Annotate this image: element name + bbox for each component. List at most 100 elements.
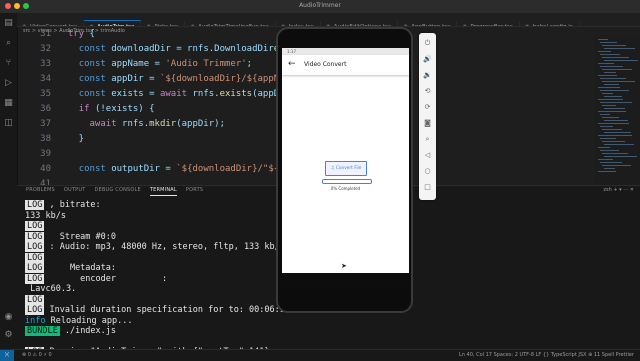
overview-icon[interactable]: □ (423, 183, 432, 192)
code-text: const appName = 'Audio Trimmer'; (78, 59, 253, 69)
account-icon[interactable]: ◉ (4, 313, 13, 322)
remote-indicator-icon[interactable]: ⟩⟨ (0, 350, 14, 361)
camera-icon[interactable]: ◙ (423, 119, 432, 128)
app-title: Video Convert (304, 61, 347, 68)
minimap-line (604, 168, 615, 169)
minimap[interactable] (595, 35, 640, 185)
line-number: 39 (40, 149, 51, 159)
back-icon[interactable]: ◁ (423, 151, 432, 160)
minimap-line (604, 84, 619, 85)
terminal-text: Reloading app... (45, 315, 133, 326)
minimap-line (602, 81, 635, 82)
minimap-line (598, 171, 616, 172)
device-status-bar: 1:17 (282, 48, 409, 55)
minimap-line (604, 48, 635, 49)
mouse-cursor-icon: ➤ (341, 262, 347, 270)
minimap-line (598, 111, 626, 112)
rotate-left-icon[interactable]: ⟲ (423, 87, 432, 96)
terminal-shell-label[interactable]: zsh + ▾ ⋯ ✕ (603, 186, 634, 195)
minimap-line (602, 93, 613, 94)
minimap-line (602, 129, 622, 130)
line-number: 36 (40, 104, 51, 114)
minimap-line (600, 126, 613, 127)
minimap-line (598, 87, 620, 88)
progress-text: 0% Completed (330, 186, 361, 191)
minimap-line (600, 66, 623, 67)
device-nav-bar (282, 273, 409, 281)
minimap-line (604, 72, 616, 73)
minimap-line (602, 165, 631, 166)
minimap-line (602, 45, 626, 46)
minimap-line (602, 69, 632, 70)
log-badge: LOG (25, 252, 45, 263)
tab-babel-config-js[interactable]: ⚛ babel.config.js (520, 21, 580, 27)
panel-tab-ports[interactable]: PORTS (186, 186, 203, 195)
minimap-line (600, 102, 632, 103)
explorer-icon[interactable]: ▤ (4, 19, 13, 28)
source-control-icon[interactable]: ⑂ (4, 59, 13, 68)
code-text: const appDir = `${downloadDir}/${appName… (78, 74, 312, 84)
code-text: const exists = await rnfs.exists(appDir)… (78, 89, 301, 99)
remote-icon[interactable]: ◫ (4, 119, 13, 128)
terminal-text: Stream #0:0 (44, 231, 117, 242)
minimap-line (598, 51, 611, 52)
minimap-line (598, 63, 614, 64)
log-badge: LOG (25, 221, 45, 231)
window-title: AudioTrimmer (299, 2, 341, 9)
terminal-line: BUNDLE ./index.js (25, 326, 625, 337)
emulator-screen[interactable]: 1:17 ← Video Convert ♫ Convert File 0% C… (282, 48, 409, 280)
log-badge: LOG (25, 200, 45, 210)
status-problems[interactable]: ⊗ 0 ⚠ 0 ⚡ 0 (22, 350, 52, 361)
minimap-line (604, 60, 638, 61)
minimap-line (598, 123, 629, 124)
minimap-line (600, 150, 619, 151)
search-icon[interactable]: ⌕ (4, 39, 13, 48)
minimap-line (604, 96, 622, 97)
minimap-line (604, 132, 631, 133)
home-icon[interactable]: ○ (423, 167, 432, 176)
minimap-line (602, 141, 625, 142)
panel-tab-terminal[interactable]: TERMINAL (149, 186, 177, 196)
minimap-line (600, 54, 620, 55)
log-badge: LOG (25, 242, 45, 252)
zoom-icon[interactable]: ⌕ (423, 135, 432, 144)
rotate-right-icon[interactable]: ⟳ (423, 103, 432, 112)
minimap-line (604, 156, 637, 157)
terminal-line: info Reloading app... (25, 316, 625, 327)
status-bar: ⟩⟨ ⊗ 0 ⚠ 0 ⚡ 0 Ln 40, Col 17 Spaces: 2 U… (0, 349, 640, 361)
back-arrow-icon[interactable]: ← (288, 59, 296, 69)
convert-file-button[interactable]: ♫ Convert File (325, 161, 367, 176)
minimap-line (602, 153, 628, 154)
panel-tab-problems[interactable]: PROBLEMS (26, 186, 55, 195)
code-text: if (!exists) { (78, 104, 155, 114)
power-icon[interactable]: ⏻ (423, 39, 432, 48)
minimap-line (604, 144, 634, 145)
terminal-text: : Audio: mp3, 48000 Hz, stereo, fltp, 13… (44, 242, 285, 252)
code-text: try { (67, 29, 95, 39)
panel-tab-debug-console[interactable]: DEBUG CONSOLE (94, 186, 140, 195)
volume-up-icon[interactable]: 🔊 (423, 55, 432, 64)
line-number: 38 (40, 134, 51, 144)
terminal-text: Lavc60.3. (25, 284, 77, 294)
panel-tab-output[interactable]: OUTPUT (64, 186, 86, 195)
line-number: 37 (40, 119, 51, 129)
minimap-line (598, 147, 610, 148)
status-right-info[interactable]: Ln 40, Col 17 Spaces: 2 UTF-8 LF {} Type… (459, 350, 634, 361)
minimap-line (600, 114, 610, 115)
log-badge: LOG (25, 231, 45, 242)
log-badge: info (25, 315, 46, 326)
minimap-line (598, 159, 613, 160)
minimap-line (600, 90, 629, 91)
tab-label: babel.config.js (532, 24, 573, 27)
line-number: 32 (40, 44, 51, 54)
run-debug-icon[interactable]: ▷ (4, 79, 13, 88)
line-number: 31 (40, 29, 51, 39)
shell-name: zsh (603, 187, 612, 193)
terminal-text: Invalid duration specification for to: 0… (44, 305, 290, 315)
extensions-icon[interactable]: ▦ (4, 99, 13, 108)
gear-icon[interactable]: ⚙ (4, 331, 13, 340)
log-badge: LOG (25, 294, 45, 305)
log-badge: LOG (25, 305, 45, 315)
tab-audiotrim-tsx[interactable]: ⚛ AudioTrim.tsx (84, 20, 142, 26)
volume-down-icon[interactable]: 🔉 (423, 71, 432, 80)
